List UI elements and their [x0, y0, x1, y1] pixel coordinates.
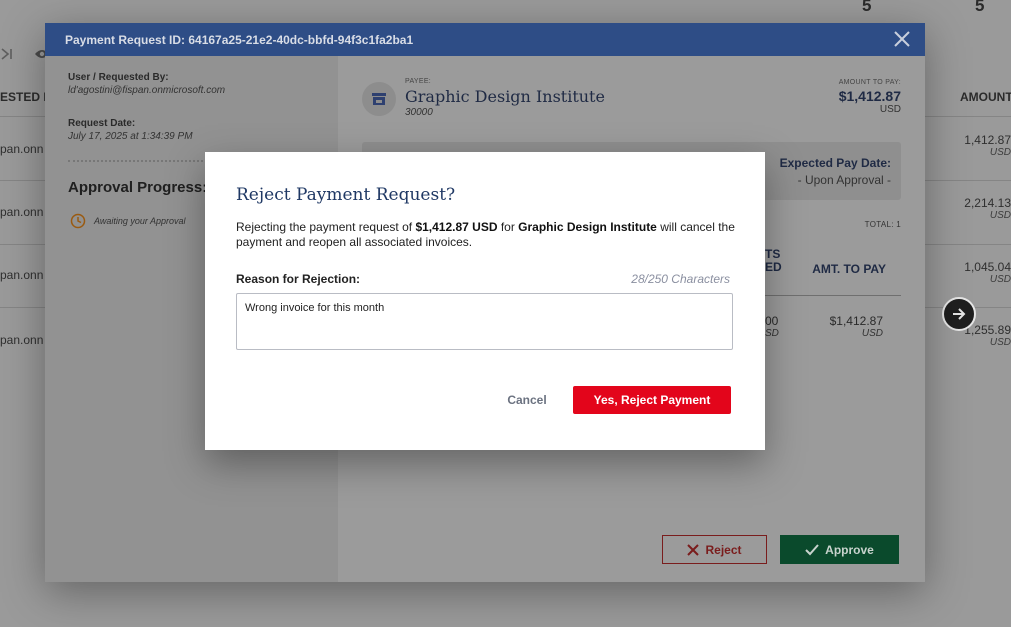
amount-currency: USD [989, 274, 1011, 285]
row-divider [0, 244, 46, 245]
payment-request-id: Payment Request ID: 64167a25-21e2-40dc-b… [65, 32, 414, 47]
payee-label: PAYEE: [405, 78, 432, 85]
reject-label: Reject [705, 542, 742, 557]
row-divider [925, 116, 1011, 117]
column-header-partial: TS ED [765, 248, 782, 274]
requested-by-value: ld'agostini@fispan.onmicrosoft.com [68, 85, 226, 96]
amount-block: AMOUNT TO PAY: $1,412.87 USD [839, 79, 901, 115]
column-header-partial-line2: ED [765, 260, 782, 274]
row-divider [0, 116, 46, 117]
row-divider [925, 180, 1011, 181]
reject-button[interactable]: Reject [662, 535, 767, 564]
skip-end-icon[interactable] [0, 47, 14, 61]
arrow-right-icon [953, 308, 966, 320]
pay-date-label: Expected Pay Date: [779, 156, 891, 170]
column-header-amount: AMOUNT [960, 90, 1011, 104]
requested-by-cell: pan.onn [0, 142, 44, 156]
close-icon[interactable] [893, 30, 911, 48]
amount-currency: USD [989, 147, 1011, 158]
request-date-value: July 17, 2025 at 1:34:39 PM [68, 131, 193, 142]
checkmark-icon [805, 543, 819, 555]
modal-title: Reject Payment Request? [236, 185, 456, 205]
payee-number: 30000 [405, 107, 433, 118]
partial-currency: SD [765, 328, 779, 339]
panel-header: Payment Request ID: 64167a25-21e2-40dc-b… [45, 23, 925, 56]
approve-label: Approve [825, 542, 874, 557]
row-divider [0, 180, 46, 181]
payee-avatar [362, 82, 396, 116]
pay-date-value: - Upon Approval - [797, 173, 891, 187]
reject-payment-modal: Reject Payment Request? Rejecting the pa… [205, 152, 765, 450]
total-count: TOTAL: 1 [864, 220, 901, 229]
modal-description: Rejecting the payment request of $1,412.… [236, 220, 736, 250]
amount-currency: USD [989, 337, 1011, 348]
requested-by-cell: pan.onn [0, 205, 44, 219]
request-date-label: Request Date: [68, 118, 136, 129]
payee-block: PAYEE: Graphic Design Institute 30000 [405, 78, 605, 118]
approval-status: Awaiting your Approval [70, 213, 186, 229]
pay-date-block: Expected Pay Date: - Upon Approval - [780, 156, 891, 187]
character-count: 28/250 Characters [631, 272, 730, 286]
clock-icon [70, 213, 86, 229]
requested-by-label: User / Requested By: [68, 72, 169, 83]
table-divider [762, 295, 901, 296]
amount-currency: USD [989, 210, 1011, 221]
payee-name: Graphic Design Institute [405, 87, 605, 106]
approve-button[interactable]: Approve [780, 535, 899, 564]
description-text: for [497, 220, 519, 234]
background-count: 5 [862, 0, 872, 15]
table-cell-amount: $1,412.87 USD [830, 314, 883, 339]
amount-cell: 1,412.87 USD [951, 133, 1011, 158]
amount-cell: 1,045.04 USD [951, 260, 1011, 285]
background-count: 5 [975, 0, 985, 15]
amount-value: $1,412.87 [838, 88, 901, 104]
row-amount: $1,412.87 [829, 314, 883, 328]
row-divider [0, 307, 46, 308]
amount-cell: 2,214.13 USD [951, 196, 1011, 221]
row-currency: USD [861, 328, 883, 339]
requested-by-cell: pan.onn [0, 268, 44, 282]
cancel-button[interactable]: Cancel [497, 386, 557, 414]
amount-value: 1,412.87 [964, 133, 1011, 147]
description-amount: $1,412.87 USD [415, 220, 498, 234]
close-icon [687, 543, 700, 556]
table-cell-partial: 00 SD [765, 314, 779, 339]
description-text: Rejecting the payment request of [236, 220, 416, 234]
approval-progress-title: Approval Progress: [68, 179, 208, 196]
requested-by-cell: pan.onn [0, 333, 44, 347]
amount-value: 2,214.13 [964, 196, 1011, 210]
amount-currency: USD [879, 104, 901, 115]
approval-status-text: Awaiting your Approval [94, 216, 186, 226]
next-arrow-button[interactable] [942, 297, 976, 331]
description-payee: Graphic Design Institute [518, 220, 657, 234]
request-date-block: Request Date: July 17, 2025 at 1:34:39 P… [68, 118, 193, 142]
confirm-reject-button[interactable]: Yes, Reject Payment [573, 386, 731, 414]
amount-label: AMOUNT TO PAY: [838, 79, 901, 86]
amount-value: 1,045.04 [964, 260, 1011, 274]
store-icon [372, 93, 386, 105]
partial-value: 00 [765, 314, 779, 328]
row-divider [925, 244, 1011, 245]
rejection-reason-input[interactable]: Wrong invoice for this month [236, 293, 733, 350]
column-header-amt-to-pay: AMT. TO PAY [812, 262, 886, 276]
reason-label: Reason for Rejection: [236, 272, 361, 286]
requested-by-block: User / Requested By: ld'agostini@fispan.… [68, 72, 225, 96]
